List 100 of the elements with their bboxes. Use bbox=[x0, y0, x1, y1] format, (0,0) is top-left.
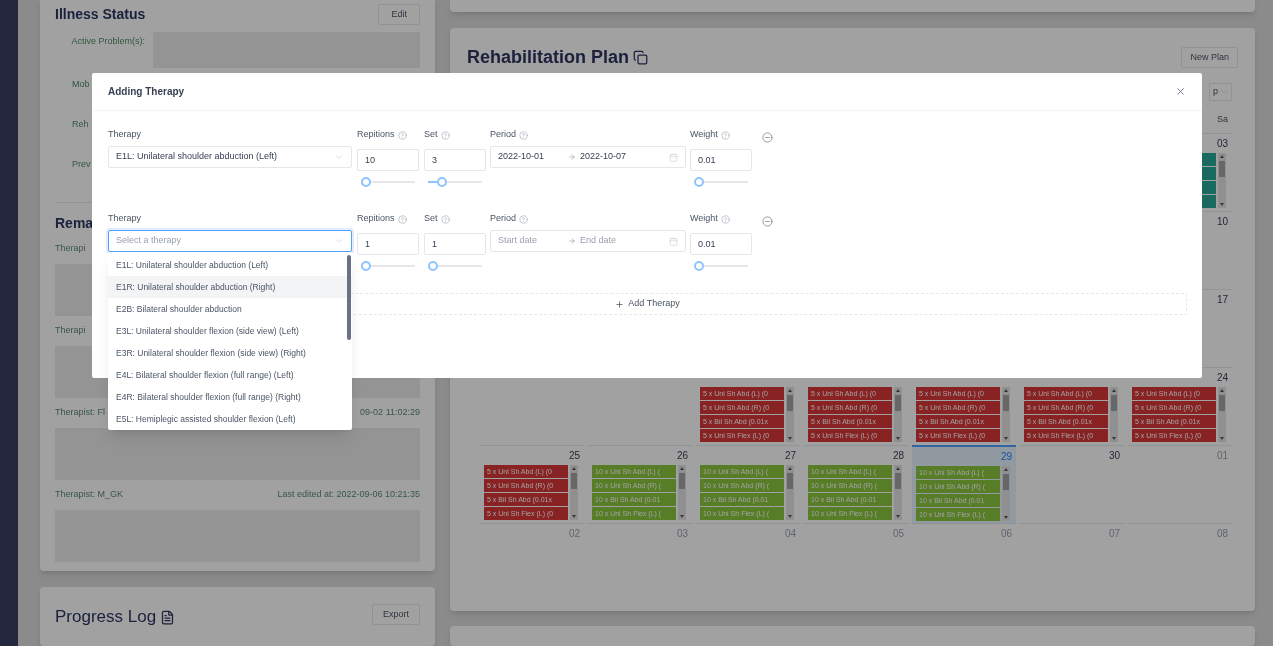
card-title: Illness Status bbox=[55, 5, 146, 24]
new-plan-button[interactable]: New Plan bbox=[1181, 47, 1238, 69]
slider[interactable] bbox=[428, 261, 482, 271]
scrollbar[interactable] bbox=[570, 464, 578, 520]
calendar-icon bbox=[669, 152, 678, 162]
field-label: Mob bbox=[72, 78, 90, 91]
dropdown-option[interactable]: E4R: Bilateral shoulder flexion (full range) (Right) bbox=[108, 386, 352, 408]
day-number: 27 bbox=[784, 448, 796, 462]
dropdown-option[interactable]: E4L: Bilateral shoulder flexion (full range) (Left) bbox=[108, 364, 352, 386]
scrollbar-thumb[interactable] bbox=[347, 255, 351, 340]
dropdown-option[interactable]: E5L: Hemiplegic assisted shoulder flexion (Left) bbox=[108, 408, 352, 430]
calendar-day[interactable]: 01 bbox=[1128, 444, 1232, 523]
day-number: 05 bbox=[892, 526, 904, 540]
calendar-day[interactable]: 06 bbox=[912, 522, 1016, 601]
scrollbar[interactable] bbox=[1218, 152, 1226, 208]
day-number: 25 bbox=[568, 448, 580, 462]
slider[interactable] bbox=[361, 177, 415, 187]
close-icon[interactable] bbox=[1175, 86, 1186, 97]
calendar-day[interactable]: 07 bbox=[1020, 522, 1124, 601]
field-label: Period bbox=[490, 212, 516, 226]
day-number: 01 bbox=[1216, 448, 1228, 462]
slider-thumb[interactable] bbox=[694, 261, 704, 271]
repetitions-input[interactable]: 10 bbox=[357, 149, 419, 171]
slider[interactable] bbox=[428, 177, 482, 187]
day-number: 03 bbox=[1216, 136, 1228, 150]
remark-box[interactable] bbox=[55, 428, 420, 480]
dropdown-option[interactable]: E1L: Unilateral shoulder abduction (Left) bbox=[108, 254, 352, 276]
remove-icon[interactable] bbox=[762, 132, 773, 143]
section-title: Rema bbox=[55, 214, 94, 233]
slider[interactable] bbox=[361, 261, 415, 271]
help-icon bbox=[519, 130, 528, 140]
arrow-right-icon bbox=[568, 153, 576, 161]
therapist-name: Therapi bbox=[55, 242, 86, 255]
slider[interactable] bbox=[694, 177, 748, 187]
remove-icon[interactable] bbox=[762, 216, 773, 227]
calendar-day[interactable]: 03 bbox=[588, 522, 692, 601]
scrollbar[interactable] bbox=[786, 464, 794, 520]
slider-thumb[interactable] bbox=[428, 261, 438, 271]
scrollbar[interactable] bbox=[1002, 386, 1010, 442]
calendar-icon bbox=[669, 236, 678, 246]
field-label: Set bbox=[424, 128, 438, 142]
therapist-name: Therapi bbox=[55, 324, 86, 337]
help-icon bbox=[440, 214, 450, 224]
set-input[interactable]: 3 bbox=[424, 149, 486, 171]
scrollbar[interactable] bbox=[678, 464, 686, 520]
calendar-day[interactable]: 05 bbox=[804, 522, 908, 601]
help-icon bbox=[519, 214, 528, 224]
scrollbar[interactable] bbox=[1110, 386, 1118, 442]
slider-thumb[interactable] bbox=[361, 177, 371, 187]
slider-thumb[interactable] bbox=[361, 261, 371, 271]
repetitions-input[interactable]: 1 bbox=[357, 233, 419, 255]
therapy-select[interactable]: Select a therapy bbox=[108, 230, 352, 252]
view-select[interactable]: p bbox=[1209, 82, 1232, 101]
day-number: 06 bbox=[1000, 526, 1012, 540]
chevron-down-icon bbox=[334, 236, 344, 246]
therapist-name: Therapist: M_GK bbox=[55, 488, 124, 501]
slider[interactable] bbox=[694, 261, 748, 271]
field-label: Therapy bbox=[108, 212, 142, 226]
field-label: Repitions bbox=[357, 212, 395, 226]
dropdown-option[interactable]: E3L: Unilateral shoulder flexion (side view) (Left) bbox=[108, 320, 352, 342]
field-label: Reh bbox=[72, 118, 89, 131]
slider-thumb[interactable] bbox=[436, 177, 447, 187]
slider-thumb[interactable] bbox=[694, 177, 704, 187]
day-number: 04 bbox=[784, 526, 796, 540]
dropdown-option[interactable]: E1R: Unilateral shoulder abduction (Right) bbox=[108, 276, 352, 298]
card-title: Progress Log bbox=[55, 606, 157, 629]
day-number: 24 bbox=[1216, 370, 1228, 384]
day-number: 26 bbox=[676, 448, 688, 462]
edited-time: Last edited at: 2022-09-06 10:21:35 bbox=[277, 488, 420, 501]
help-icon bbox=[440, 130, 450, 140]
field-label: Repitions bbox=[357, 128, 395, 142]
field-label: Period bbox=[490, 128, 516, 142]
field-label: Weight bbox=[690, 128, 718, 142]
scrollbar[interactable] bbox=[1002, 465, 1010, 521]
export-button[interactable]: Export bbox=[372, 604, 420, 626]
card-title: Rehabilitation Plan bbox=[467, 46, 630, 70]
arrow-right-icon bbox=[568, 237, 576, 245]
help-icon bbox=[397, 130, 407, 140]
date-range-field[interactable]: 2022-10-01 2022-10-07 bbox=[490, 146, 686, 168]
weight-input[interactable]: 0.01 bbox=[690, 233, 752, 255]
calendar-day[interactable]: 30 bbox=[1020, 444, 1124, 523]
document-icon bbox=[633, 50, 649, 66]
edit-button[interactable]: Edit bbox=[378, 4, 420, 25]
scrollbar[interactable] bbox=[894, 386, 902, 442]
date-range-field[interactable]: Start date End date bbox=[490, 230, 686, 252]
dropdown-option[interactable]: E3R: Unilateral shoulder flexion (side view) (Right) bbox=[108, 342, 352, 364]
scrollbar[interactable] bbox=[1218, 386, 1226, 442]
calendar-day[interactable]: 04 bbox=[696, 522, 800, 601]
weight-input[interactable]: 0.01 bbox=[690, 149, 752, 171]
calendar-day[interactable]: 08 bbox=[1128, 522, 1232, 601]
scrollbar[interactable] bbox=[894, 464, 902, 520]
day-number: 10 bbox=[1216, 214, 1228, 228]
set-input[interactable]: 1 bbox=[424, 233, 486, 255]
day-number: 29 bbox=[1000, 449, 1012, 463]
scrollbar[interactable] bbox=[786, 386, 794, 442]
field-label: Set bbox=[424, 212, 438, 226]
therapy-select[interactable]: E1L: Unilateral shoulder abduction (Left) bbox=[108, 146, 352, 168]
calendar-day[interactable]: 02 bbox=[480, 522, 584, 601]
chevron-down-icon bbox=[334, 152, 344, 162]
document-icon bbox=[160, 609, 176, 625]
